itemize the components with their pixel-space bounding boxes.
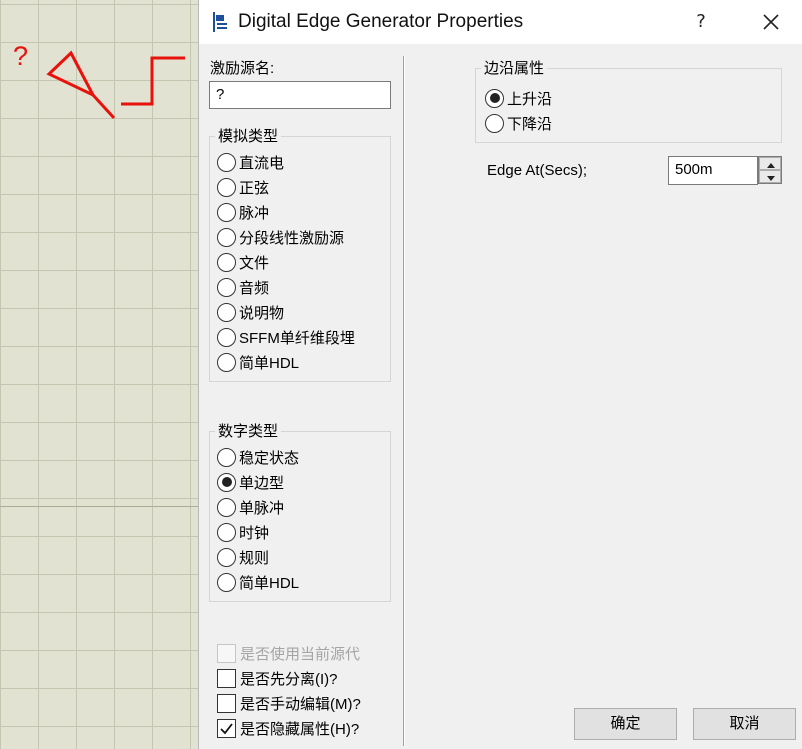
generator-name-input[interactable]: ? xyxy=(209,81,391,109)
digital-type-option[interactable]: 稳定状态 xyxy=(217,446,299,468)
digital-type-option-label: 规则 xyxy=(239,549,270,567)
analog-type-option-label: 音频 xyxy=(239,279,270,297)
digital-type-option[interactable]: 规则 xyxy=(217,546,269,568)
rising-edge-waveform xyxy=(121,56,185,106)
title-bar: Digital Edge Generator Properties ? xyxy=(199,0,802,44)
analog-type-option[interactable]: 直流电 xyxy=(217,151,284,173)
digital-type-option-label: 稳定状态 xyxy=(239,449,300,467)
help-button[interactable]: ? xyxy=(685,8,717,36)
option-checkbox-label: 是否使用当前源代 xyxy=(240,645,361,663)
close-icon xyxy=(763,14,779,30)
radio-icon[interactable] xyxy=(217,177,236,197)
cancel-button[interactable]: 取消 xyxy=(693,708,796,740)
spin-down-button[interactable] xyxy=(759,170,781,183)
generator-arrow-shape xyxy=(46,50,97,99)
edge-direction-option[interactable]: 上升沿 xyxy=(485,87,552,109)
edge-at-spinner[interactable] xyxy=(758,156,782,184)
analog-type-option[interactable]: 简单HDL xyxy=(217,351,299,373)
digital-generator-icon xyxy=(211,10,231,34)
radio-icon[interactable] xyxy=(485,113,504,133)
analog-type-option[interactable]: 脉冲 xyxy=(217,201,269,223)
option-checkbox-row[interactable]: 是否隐藏属性(H)? xyxy=(217,717,365,739)
option-checkbox-label: 是否手动编辑(M)? xyxy=(240,695,361,713)
analog-type-option[interactable]: 音频 xyxy=(217,276,269,298)
radio-icon[interactable] xyxy=(217,352,236,372)
analog-type-option-label: 正弦 xyxy=(239,179,270,197)
option-checkbox-label: 是否先分离(I)? xyxy=(240,670,338,688)
edge-direction-option-label: 下降沿 xyxy=(507,115,553,133)
radio-icon[interactable] xyxy=(217,302,236,322)
analog-type-option-label: 直流电 xyxy=(239,154,285,172)
digital-type-option-label: 单脉冲 xyxy=(239,499,285,517)
digital-type-option[interactable]: 时钟 xyxy=(217,521,269,543)
digital-type-option[interactable]: 单脉冲 xyxy=(217,496,284,518)
checkmark-icon xyxy=(220,722,233,734)
digital-type-option[interactable]: 简单HDL xyxy=(217,571,299,593)
radio-icon[interactable] xyxy=(217,252,236,272)
probe-question-mark: ? xyxy=(13,41,28,71)
digital-type-option-label: 简单HDL xyxy=(239,574,300,592)
option-checkbox-label: 是否隐藏属性(H)? xyxy=(240,720,360,738)
close-button[interactable] xyxy=(754,8,788,36)
analog-type-option-label: SFFM单纤维段埋 xyxy=(239,329,355,347)
radio-dot-icon xyxy=(221,477,232,487)
analog-type-option[interactable]: SFFM单纤维段埋 xyxy=(217,326,355,348)
analog-type-option-label: 简单HDL xyxy=(239,354,300,372)
radio-dot-icon xyxy=(489,93,500,103)
checkbox-icon[interactable] xyxy=(217,693,236,713)
checkbox-icon xyxy=(217,643,236,663)
spin-up-button[interactable] xyxy=(759,157,781,170)
option-checkbox-row[interactable]: 是否先分离(I)? xyxy=(217,667,365,689)
digital-type-option-label: 时钟 xyxy=(239,524,270,542)
checkbox-checked-icon[interactable] xyxy=(217,718,236,738)
analog-type-option[interactable]: 分段线性激励源 xyxy=(217,226,344,248)
generator-name-label: 激励源名: xyxy=(210,60,275,77)
digital-type-option[interactable]: 单边型 xyxy=(217,471,284,493)
radio-icon[interactable] xyxy=(217,152,236,172)
schematic-canvas[interactable]: ? xyxy=(0,0,198,749)
edge-direction-option[interactable]: 下降沿 xyxy=(485,112,552,134)
edge-generator-symbol[interactable]: ? xyxy=(0,0,198,749)
column-divider xyxy=(403,56,405,746)
digital-types-title: 数字类型 xyxy=(215,422,282,440)
digital-type-option-label: 单边型 xyxy=(239,474,285,492)
radio-icon[interactable] xyxy=(217,547,236,567)
analog-type-option-label: 分段线性激励源 xyxy=(239,229,345,247)
option-checkbox-row[interactable]: 是否手动编辑(M)? xyxy=(217,692,365,714)
radio-selected-icon[interactable] xyxy=(217,472,236,492)
edge-at-label: Edge At(Secs); xyxy=(487,162,588,179)
checkbox-icon[interactable] xyxy=(217,668,236,688)
radio-icon[interactable] xyxy=(217,497,236,517)
radio-icon[interactable] xyxy=(217,572,236,592)
properties-dialog: Digital Edge Generator Properties ? 激励源名… xyxy=(198,0,802,749)
edge-direction-option-label: 上升沿 xyxy=(507,90,553,108)
radio-icon[interactable] xyxy=(217,227,236,247)
option-checkbox-row: 是否使用当前源代 xyxy=(217,642,365,664)
edge-at-input[interactable]: 500m xyxy=(668,156,758,185)
radio-icon[interactable] xyxy=(217,327,236,347)
dialog-title: Digital Edge Generator Properties xyxy=(238,11,524,32)
chevron-down-icon xyxy=(767,176,775,181)
radio-icon[interactable] xyxy=(217,447,236,467)
radio-selected-icon[interactable] xyxy=(485,88,504,108)
generator-pin-line xyxy=(91,93,116,120)
analog-type-option[interactable]: 说明物 xyxy=(217,301,284,323)
analog-type-option-label: 文件 xyxy=(239,254,270,272)
edge-properties-title: 边沿属性 xyxy=(481,59,548,77)
analog-type-option[interactable]: 正弦 xyxy=(217,176,269,198)
analog-type-option[interactable]: 文件 xyxy=(217,251,269,273)
radio-icon[interactable] xyxy=(217,277,236,297)
radio-icon[interactable] xyxy=(217,202,236,222)
analog-types-title: 模拟类型 xyxy=(215,127,282,145)
ok-button[interactable]: 确定 xyxy=(574,708,677,740)
radio-icon[interactable] xyxy=(217,522,236,542)
analog-type-option-label: 脉冲 xyxy=(239,204,270,222)
analog-type-option-label: 说明物 xyxy=(239,304,285,322)
